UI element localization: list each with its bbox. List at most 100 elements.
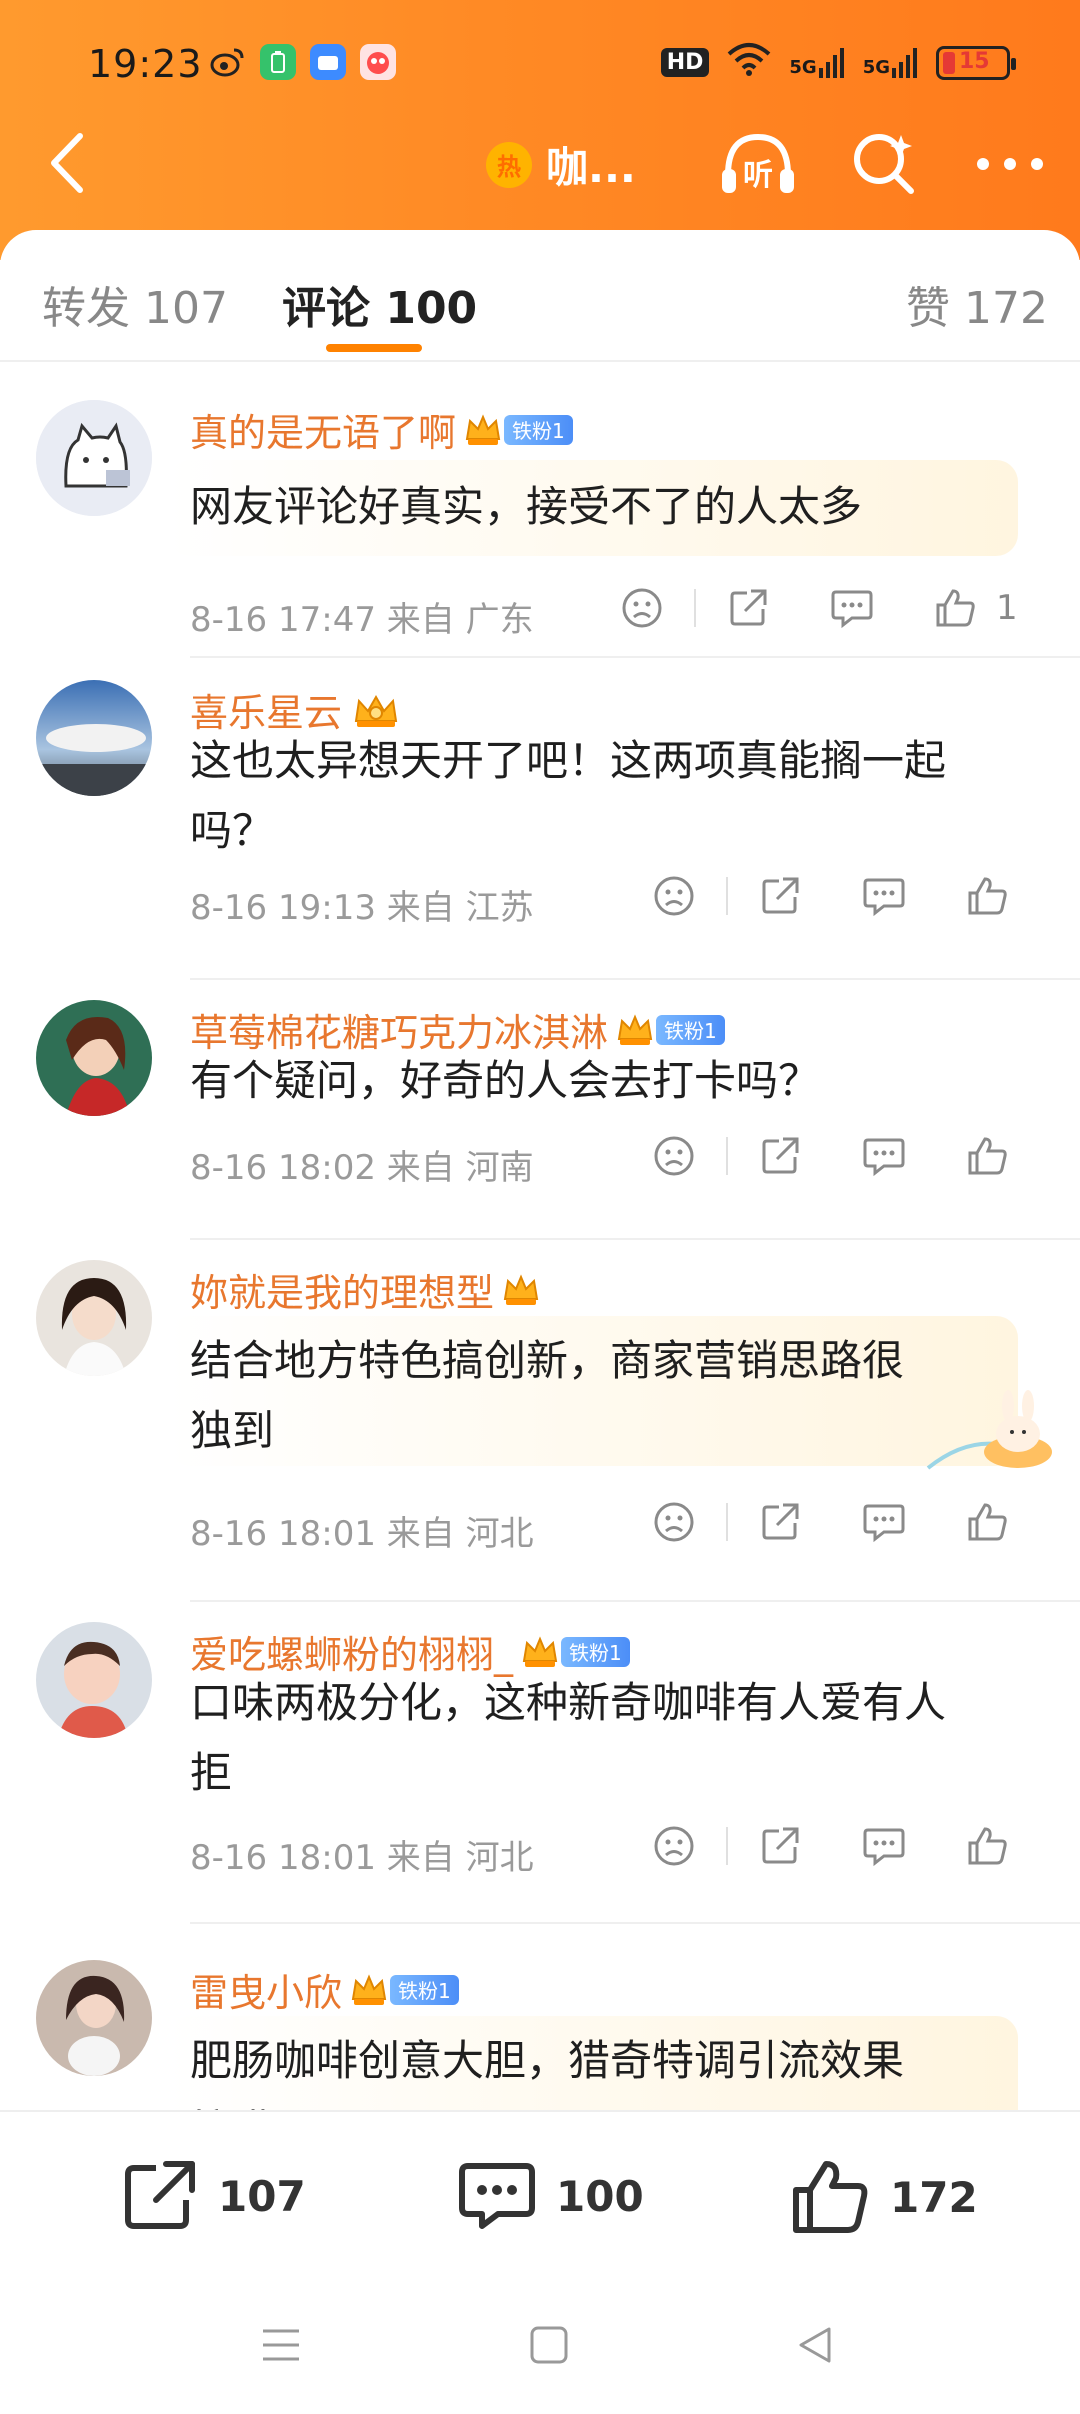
repost-button[interactable]: 107: [122, 2160, 306, 2232]
action-divider: [694, 589, 696, 627]
comment-text-line: 口味两极分化，这种新奇咖啡有人爱有人: [190, 1678, 947, 1727]
app-header: 19:23 HD 5G 5G 15 热 咖... 听: [0, 0, 1080, 260]
author-name[interactable]: 真的是无语了啊: [190, 402, 456, 457]
square-icon: [530, 2326, 568, 2364]
comment-author: 雷曳小欣 铁粉1: [190, 1962, 459, 2017]
comment-bubble-icon: [863, 1828, 905, 1867]
topic-title: 咖...: [546, 143, 636, 192]
comment-bubble-icon: [863, 1504, 905, 1543]
reply-button[interactable]: [822, 578, 882, 638]
comment-text[interactable]: 口味两极分化，这种新奇咖啡有人爱有人 拒: [190, 1668, 1030, 1808]
thumbs-up-icon: [968, 1827, 1007, 1865]
search-icon: [854, 134, 914, 194]
home-nav-button[interactable]: [524, 2320, 574, 2370]
thumbs-up-icon: [793, 2161, 868, 2233]
reply-button[interactable]: [854, 866, 914, 926]
baby-avatar-image: [36, 1622, 152, 1738]
back-button[interactable]: [36, 128, 96, 198]
comment-text-line: 这也太异想天开了吧！这两项真能搁一起: [190, 736, 947, 785]
avatar[interactable]: [36, 400, 152, 516]
fan-level-badge: 铁粉1: [656, 1014, 725, 1045]
author-name[interactable]: 雷曳小欣: [190, 1962, 342, 2017]
comment-text[interactable]: 肥肠咖啡创意大胆，猎奇特调引流效果 拉满: [190, 2026, 1030, 2110]
action-divider: [726, 1137, 728, 1175]
avatar[interactable]: [36, 1000, 152, 1116]
comment-author: 真的是无语了啊 铁粉1: [190, 402, 573, 457]
dislike-button[interactable]: [644, 1816, 704, 1876]
network-type-2: 5G: [862, 56, 890, 78]
share-button[interactable]: [718, 578, 778, 638]
reply-button[interactable]: [854, 1126, 914, 1186]
more-button[interactable]: [970, 126, 1050, 202]
share-button[interactable]: [750, 866, 810, 926]
game-app-icon: [360, 44, 396, 80]
share-button[interactable]: [750, 1126, 810, 1186]
tab-comments[interactable]: 评论 100: [282, 272, 477, 336]
listen-button[interactable]: 听: [718, 126, 798, 202]
avatar[interactable]: [36, 1260, 152, 1376]
tab-reposts[interactable]: 转发 107: [42, 272, 228, 336]
comment-divider: [190, 656, 1080, 658]
like-button[interactable]: [958, 1492, 1018, 1552]
comment-actions: [644, 1126, 1018, 1186]
like-count: 1: [996, 588, 1018, 628]
battery-percent: 15: [959, 48, 990, 74]
tab-likes[interactable]: 赞 172: [906, 272, 1048, 336]
menu-nav-button[interactable]: [256, 2320, 306, 2370]
tab-comments-count: 100: [385, 283, 478, 334]
action-divider: [726, 1503, 728, 1541]
headphones-icon: 听: [722, 133, 794, 193]
share-button[interactable]: [750, 1492, 810, 1552]
chevron-left-icon: [51, 133, 83, 193]
avatar[interactable]: [36, 1622, 152, 1738]
thumbs-up-icon: [968, 877, 1007, 915]
share-icon: [762, 1503, 799, 1540]
dislike-button[interactable]: [644, 1126, 704, 1186]
action-divider: [726, 1827, 728, 1865]
sad-face-icon: [654, 876, 694, 916]
girl-with-cat-avatar-image: [36, 1960, 152, 2076]
reply-button[interactable]: [854, 1816, 914, 1876]
dislike-button[interactable]: [644, 866, 704, 926]
comment-bubble-icon: [863, 1138, 905, 1177]
comment-divider: [190, 1238, 1080, 1240]
comment-text-line: 独到: [190, 1406, 275, 1455]
comment-actions: 1: [612, 578, 1018, 638]
comment-item: 真的是无语了啊 铁粉1 网友评论好真实，接受不了的人太多 8-16 17:47 …: [0, 378, 1080, 683]
topic-title-button[interactable]: 热 咖...: [486, 134, 636, 195]
back-nav-button[interactable]: [790, 2320, 840, 2370]
comment-actions: [644, 1492, 1018, 1552]
reply-button[interactable]: [854, 1492, 914, 1552]
dislike-button[interactable]: [612, 578, 672, 638]
status-bar: 19:23 HD 5G 5G 15: [0, 34, 1080, 94]
like-button[interactable]: [958, 1126, 1018, 1186]
comment-text[interactable]: 这也太异想天开了吧！这两项真能搁一起 吗？: [190, 726, 1030, 866]
girl-avatar-image: [36, 1260, 152, 1376]
notification-icons: [210, 44, 396, 80]
share-icon: [762, 877, 799, 914]
comment-count: 100: [556, 2171, 644, 2221]
like-button[interactable]: 172: [792, 2160, 978, 2234]
avatar[interactable]: [36, 1960, 152, 2076]
search-button[interactable]: [844, 126, 924, 202]
share-button[interactable]: [750, 1816, 810, 1876]
crown-icon: [502, 1273, 540, 1307]
comment-text[interactable]: 网友评论好真实，接受不了的人太多: [190, 472, 1030, 542]
like-button[interactable]: [926, 578, 986, 638]
fan-level-badge: 铁粉1: [390, 1974, 459, 2005]
comment-author: 妳就是我的理想型: [190, 1262, 540, 1317]
sad-face-icon: [654, 1502, 694, 1542]
comment-button[interactable]: 100: [458, 2160, 644, 2232]
thumbs-up-icon: [936, 589, 975, 627]
comment-item: 妳就是我的理想型 结合地方特色搞创新，商家营销思路很 独到 8-16 18:01…: [0, 1260, 1080, 1600]
dislike-button[interactable]: [644, 1492, 704, 1552]
status-time: 19:23: [88, 42, 203, 86]
like-button[interactable]: [958, 866, 1018, 926]
avatar[interactable]: [36, 680, 152, 796]
comment-divider: [190, 978, 1080, 980]
like-button[interactable]: [958, 1816, 1018, 1876]
svg-text:听: 听: [743, 158, 773, 193]
comment-text[interactable]: 结合地方特色搞创新，商家营销思路很 独到: [190, 1326, 1030, 1466]
author-name[interactable]: 妳就是我的理想型: [190, 1262, 494, 1317]
comment-text[interactable]: 有个疑问，好奇的人会去打卡吗？: [190, 1046, 1030, 1116]
